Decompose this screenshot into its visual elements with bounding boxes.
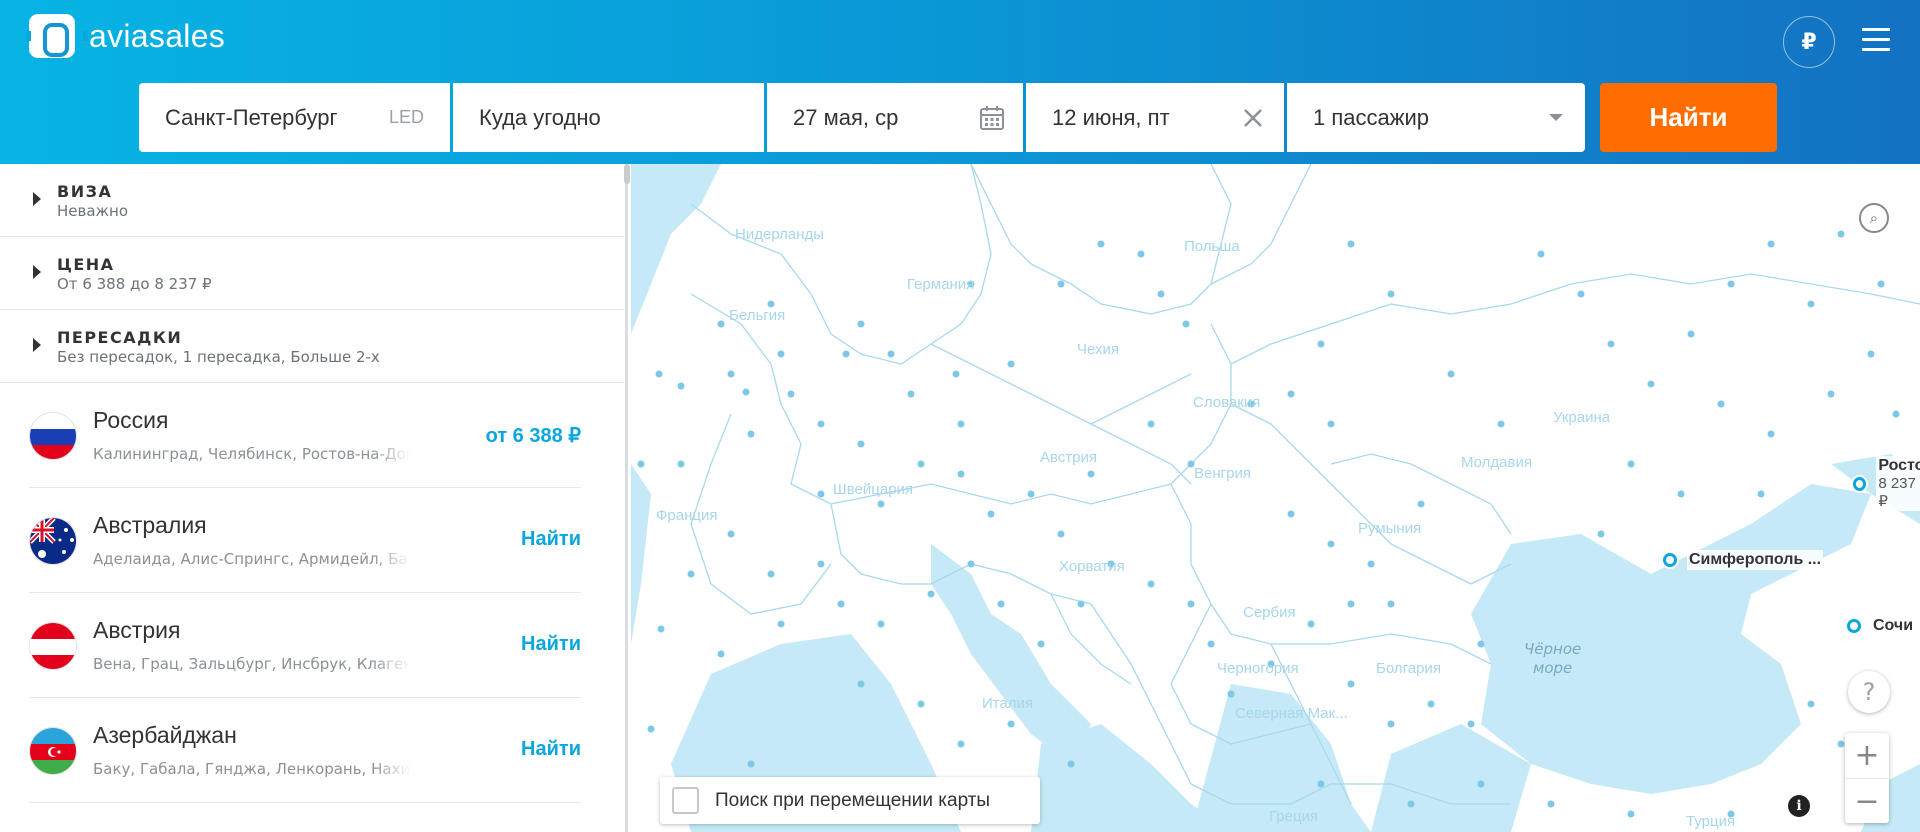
- origin-iata: LED: [388, 107, 424, 127]
- location-search-icon[interactable]: ⌕: [1859, 203, 1889, 233]
- country-row-azerbaijan[interactable]: Азербайджан Баку, Габала, Гянджа, Ленкор…: [29, 698, 581, 803]
- passengers-value: 1 пассажир: [1313, 104, 1429, 130]
- map-country-label: Греция: [1269, 808, 1319, 825]
- map-marker-rostov[interactable]: Росто 8 237 ₽: [1853, 456, 1920, 511]
- chevron-down-icon: [1549, 114, 1563, 121]
- clear-icon[interactable]: [1242, 107, 1264, 129]
- map-country-label: Германия: [907, 276, 975, 293]
- filter-subtitle: От 6 388 до 8 237 ₽: [57, 275, 212, 293]
- calendar-icon[interactable]: [979, 105, 1005, 131]
- map-country-label: Северная Мак...: [1235, 705, 1348, 722]
- country-name: Россия: [93, 407, 169, 433]
- map-marker-simferopol[interactable]: Симферополь ...: [1663, 550, 1824, 570]
- country-cities: Вена, Грац, Зальцбург, Инсбрук, Клагенфу…: [93, 655, 411, 673]
- filter-title: ПЕРЕСАДКИ: [57, 328, 183, 347]
- azerbaijan-flag-icon: [29, 727, 77, 775]
- origin-value: Санкт-Петербург: [165, 104, 338, 130]
- aviasales-logo-icon: [26, 14, 88, 58]
- map-country-label: Турция: [1686, 813, 1736, 830]
- map-marker-dot: [1847, 619, 1861, 633]
- map-country-label: Черногория: [1217, 660, 1299, 677]
- map[interactable]: Нидерланды Германия Польша Бельгия Чехия…: [631, 164, 1920, 832]
- map-country-label: Сербия: [1243, 604, 1296, 621]
- zoom-control: + −: [1845, 733, 1889, 823]
- map-marker-dot: [1853, 476, 1867, 491]
- filter-price[interactable]: ЦЕНА От 6 388 до 8 237 ₽: [0, 237, 624, 310]
- origin-field[interactable]: Санкт-Петербург LED: [139, 83, 450, 152]
- search-on-move-toggle[interactable]: Поиск при перемещении карты: [660, 777, 1040, 824]
- map-country-label: Словакия: [1193, 394, 1261, 411]
- depart-date-value: 27 мая, ср: [793, 104, 899, 130]
- map-marker-dot: [1663, 553, 1677, 567]
- currency-button[interactable]: ₽: [1783, 16, 1835, 68]
- map-country-label: Австрия: [1040, 449, 1098, 466]
- filter-visa[interactable]: ВИЗА Неважно: [0, 164, 624, 237]
- country-name: Австралия: [93, 512, 207, 538]
- header: aviasales ₽ Санкт-Петербург LED Куда уго…: [0, 0, 1920, 164]
- map-marker-label: Росто 8 237 ₽: [1876, 456, 1920, 511]
- filter-title: ВИЗА: [57, 182, 113, 201]
- map-marker-sochi[interactable]: Сочи: [1847, 616, 1916, 636]
- search-on-move-label: Поиск при перемещении карты: [715, 789, 991, 811]
- austria-flag-icon: [29, 622, 77, 670]
- map-country-label: Франция: [656, 507, 718, 524]
- search-on-move-checkbox[interactable]: [672, 787, 699, 814]
- country-name: Австрия: [93, 617, 181, 643]
- destination-value: Куда угодно: [479, 104, 601, 130]
- country-price[interactable]: от 6 388 ₽: [486, 423, 581, 448]
- map-country-label: Румыния: [1358, 520, 1422, 537]
- filter-subtitle: Неважно: [57, 202, 129, 220]
- country-cities: Аделаида, Алис-Спрингс, Армидейл, Баллар…: [93, 550, 411, 568]
- filter-title: ЦЕНА: [57, 255, 115, 274]
- map-country-label: Украина: [1553, 409, 1611, 426]
- map-country-label: Чехия: [1077, 341, 1120, 358]
- logo-text: aviasales: [89, 17, 226, 54]
- filter-transfers[interactable]: ПЕРЕСАДКИ Без пересадок, 1 пересадка, Бо…: [0, 310, 624, 383]
- passengers-field[interactable]: 1 пассажир: [1287, 83, 1585, 152]
- map-marker-label: Симферополь ...: [1687, 550, 1824, 570]
- map-country-label: Болгария: [1376, 660, 1441, 677]
- find-link[interactable]: Найти: [521, 738, 581, 761]
- map-country-label: Хорватия: [1059, 558, 1125, 575]
- zoom-out-button[interactable]: −: [1845, 778, 1889, 823]
- map-country-label: Польша: [1184, 238, 1240, 255]
- help-button[interactable]: ?: [1848, 671, 1890, 713]
- hamburger-menu-icon[interactable]: [1862, 28, 1890, 52]
- expand-arrow-icon: [33, 192, 41, 206]
- map-marker-label: Сочи: [1871, 616, 1916, 636]
- expand-arrow-icon: [33, 265, 41, 279]
- map-sea-label: Чёрное море: [1524, 640, 1582, 677]
- return-date-field[interactable]: 12 июня, пт: [1026, 83, 1284, 152]
- sidebar-scrollbar[interactable]: [624, 164, 630, 184]
- return-date-value: 12 июня, пт: [1052, 104, 1170, 130]
- country-name: Азербайджан: [93, 722, 237, 748]
- country-cities: Баку, Габала, Гянджа, Ленкорань, Нахичев…: [93, 760, 411, 778]
- filter-subtitle: Без пересадок, 1 пересадка, Больше 2-х: [57, 348, 380, 366]
- depart-date-field[interactable]: 27 мая, ср: [767, 83, 1023, 152]
- map-country-label: Венгрия: [1194, 465, 1251, 482]
- map-country-label: Италия: [982, 695, 1034, 712]
- find-button[interactable]: Найти: [1600, 83, 1777, 152]
- search-form: Санкт-Петербург LED Куда угодно 27 мая, …: [139, 83, 1777, 152]
- map-country-label: Нидерланды: [735, 226, 825, 243]
- logo[interactable]: aviasales: [26, 14, 226, 58]
- map-country-label: Молдавия: [1461, 454, 1532, 471]
- australia-flag-icon: [29, 517, 77, 565]
- russia-flag-icon: [29, 412, 77, 460]
- map-country-label: Швейцария: [833, 481, 914, 498]
- country-cities: Калининград, Челябинск, Ростов-на-Дону, …: [93, 445, 411, 463]
- results-sidebar: ВИЗА Неважно ЦЕНА От 6 388 до 8 237 ₽ ПЕ…: [0, 164, 628, 832]
- destination-field[interactable]: Куда угодно: [453, 83, 764, 152]
- country-row-austria[interactable]: Австрия Вена, Грац, Зальцбург, Инсбрук, …: [29, 593, 581, 698]
- map-background: [631, 164, 1920, 832]
- expand-arrow-icon: [33, 338, 41, 352]
- find-link[interactable]: Найти: [521, 528, 581, 551]
- zoom-in-button[interactable]: +: [1845, 733, 1889, 778]
- country-row-australia[interactable]: Австралия Аделаида, Алис-Спрингс, Армиде…: [29, 488, 581, 593]
- country-row-russia[interactable]: Россия Калининград, Челябинск, Ростов-на…: [29, 383, 581, 488]
- info-icon[interactable]: i: [1788, 795, 1810, 817]
- find-link[interactable]: Найти: [521, 633, 581, 656]
- map-country-label: Бельгия: [729, 307, 786, 324]
